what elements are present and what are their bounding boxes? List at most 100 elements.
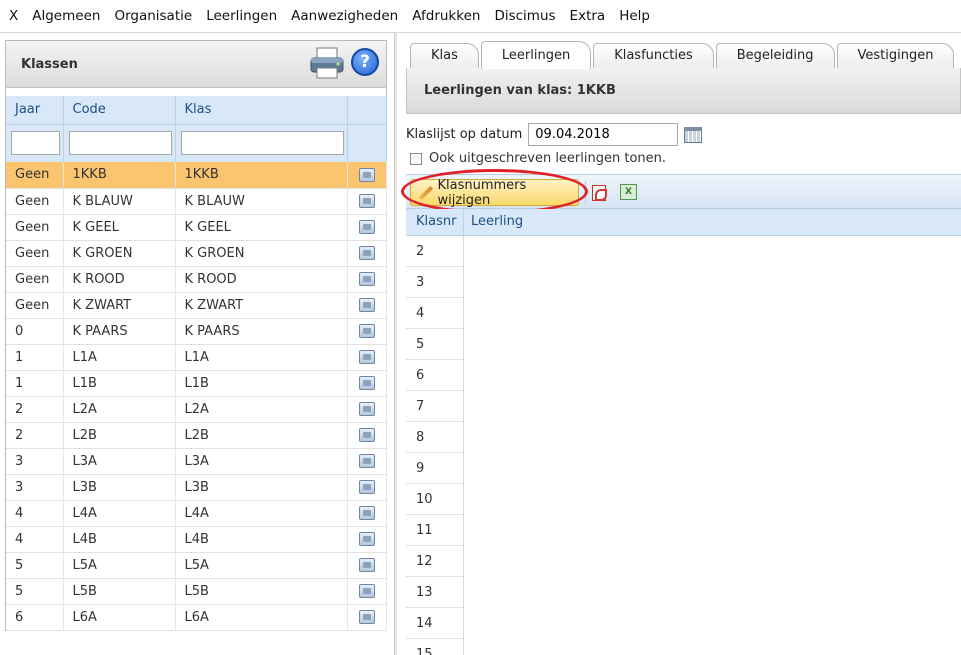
klasnr-cell[interactable]: 10	[406, 484, 463, 515]
open-klas-icon[interactable]	[358, 194, 375, 208]
table-row[interactable]: Geen K GEEL K GEEL	[6, 214, 387, 241]
tab-klas[interactable]: Klas	[410, 43, 479, 69]
datum-row: Klaslijst op datum	[406, 123, 703, 146]
menu-item-afdrukken[interactable]: Afdrukken	[407, 8, 489, 24]
open-klas-icon[interactable]	[358, 220, 375, 234]
date-input[interactable]	[528, 123, 679, 146]
open-klas-icon[interactable]	[358, 167, 375, 182]
leerlingen-header: Leerlingen van klas: 1KKB	[406, 68, 961, 114]
cell-code: L4A	[63, 500, 176, 527]
filter-code-input[interactable]	[68, 131, 172, 156]
cell-code: L2B	[63, 422, 176, 449]
open-klas-icon[interactable]	[358, 584, 375, 598]
uitgeschreven-checkbox[interactable]	[410, 152, 422, 165]
open-klas-icon[interactable]	[358, 558, 375, 572]
table-row[interactable]: Geen K ROOD K ROOD	[6, 266, 387, 293]
help-icon[interactable]: ?	[351, 48, 379, 76]
button-label: Klasnummers wijzigen	[437, 177, 527, 208]
klasnr-cell[interactable]: 12	[406, 546, 463, 577]
cell-klas: L1B	[175, 370, 348, 397]
klasnr-cell[interactable]: 9	[406, 453, 463, 484]
table-row[interactable]: 3 L3B L3B	[6, 474, 387, 501]
panel-splitter[interactable]	[394, 33, 397, 655]
cell-klas: L4A	[175, 500, 348, 527]
open-klas-icon[interactable]	[358, 428, 375, 442]
klasnr-cell[interactable]: 5	[406, 329, 463, 360]
menu-item-help[interactable]: Help	[614, 8, 659, 24]
table-row[interactable]: 2 L2B L2B	[6, 422, 387, 449]
table-row[interactable]: 2 L2A L2A	[6, 396, 387, 423]
klasnr-cell[interactable]: 4	[406, 298, 463, 329]
cell-code: L3A	[63, 448, 176, 475]
tab-vestigingen[interactable]: Vestigingen	[836, 43, 955, 69]
open-klas-icon[interactable]	[358, 350, 375, 364]
klasnr-cell[interactable]: 3	[406, 267, 463, 298]
open-klas-icon[interactable]	[358, 610, 375, 624]
table-row[interactable]: 3 L3A L3A	[6, 448, 387, 475]
klasnummers-wijzigen-button[interactable]: Klasnummers wijzigen	[410, 177, 579, 208]
column-header-jaar[interactable]: Jaar	[6, 96, 64, 125]
filter-klas-input[interactable]	[180, 131, 344, 156]
printer-icon[interactable]	[308, 46, 346, 80]
cell-jaar: 0	[6, 318, 64, 345]
column-header-klasnr[interactable]: Klasnr	[406, 209, 464, 235]
menu-item-leerlingen[interactable]: Leerlingen	[201, 8, 286, 24]
table-row[interactable]: Geen K BLAUW K BLAUW	[6, 188, 387, 215]
menu-item-x[interactable]: X	[4, 8, 27, 24]
open-klas-icon[interactable]	[358, 246, 375, 260]
klasnr-cell[interactable]: 13	[406, 577, 463, 608]
table-row[interactable]: 1 L1B L1B	[6, 370, 387, 397]
klasnr-cell[interactable]: 8	[406, 422, 463, 453]
klasnr-cell[interactable]: 15	[406, 639, 463, 655]
cell-klas: K ROOD	[175, 266, 348, 293]
pdf-export-icon[interactable]	[592, 185, 607, 201]
cell-jaar: Geen	[6, 162, 64, 189]
tab-leerlingen[interactable]: Leerlingen	[480, 41, 592, 69]
open-klas-icon[interactable]	[358, 402, 375, 416]
klasnr-cell[interactable]: 6	[406, 360, 463, 391]
klasnr-cell[interactable]: 14	[406, 608, 463, 639]
cell-code: L4B	[63, 526, 176, 553]
calendar-icon[interactable]	[684, 126, 703, 143]
table-row[interactable]: 4 L4B L4B	[6, 526, 387, 553]
table-row[interactable]: Geen K ZWART K ZWART	[6, 292, 387, 319]
tab-begeleiding[interactable]: Begeleiding	[715, 43, 835, 69]
klasnr-cell[interactable]: 11	[406, 515, 463, 546]
klasnr-column: 2 3 4 5 6 7 8 9 10 11 12 13 14 15	[406, 236, 464, 655]
cell-klas: L5A	[175, 552, 348, 579]
open-klas-icon[interactable]	[358, 480, 375, 494]
cell-jaar: Geen	[6, 214, 64, 241]
table-row[interactable]: 5 L5A L5A	[6, 552, 387, 579]
menu-item-organisatie[interactable]: Organisatie	[109, 8, 201, 24]
open-klas-icon[interactable]	[358, 324, 375, 338]
open-klas-icon[interactable]	[358, 454, 375, 468]
table-row[interactable]: Geen 1KKB 1KKB	[6, 162, 387, 189]
table-row[interactable]: 6 L6A L6A	[6, 604, 387, 631]
table-row[interactable]: 5 L5B L5B	[6, 578, 387, 605]
table-row[interactable]: Geen K GROEN K GROEN	[6, 240, 387, 267]
klasnr-cell[interactable]: 2	[406, 236, 463, 267]
column-header-klas[interactable]: Klas	[175, 96, 348, 125]
menu-item-algemeen[interactable]: Algemeen	[27, 8, 109, 24]
column-header-leerling[interactable]: Leerling	[464, 209, 523, 235]
menu-item-extra[interactable]: Extra	[565, 8, 615, 24]
open-klas-icon[interactable]	[358, 532, 375, 546]
open-klas-icon[interactable]	[358, 298, 375, 312]
menu-item-discimus[interactable]: Discimus	[489, 8, 564, 24]
section-title: Leerlingen van klas: 1KKB	[424, 83, 616, 98]
filter-jaar-input[interactable]	[11, 131, 60, 156]
klasnr-cell[interactable]: 7	[406, 391, 463, 422]
cell-klas: K ZWART	[175, 292, 348, 319]
column-header-code[interactable]: Code	[63, 96, 176, 125]
uitgeschreven-checkbox-row[interactable]: Ook uitgeschreven leerlingen tonen.	[410, 151, 666, 166]
excel-export-icon[interactable]: X	[620, 184, 637, 200]
open-klas-icon[interactable]	[358, 272, 375, 286]
open-klas-icon[interactable]	[358, 376, 375, 390]
table-row[interactable]: 4 L4A L4A	[6, 500, 387, 527]
cell-code: 1KKB	[63, 162, 176, 189]
table-row[interactable]: 0K PAARS K PAARS	[6, 318, 387, 345]
menu-item-aanwezigheden[interactable]: Aanwezigheden	[286, 8, 407, 24]
table-row[interactable]: 1 L1A L1A	[6, 344, 387, 371]
tab-klasfuncties[interactable]: Klasfuncties	[593, 43, 714, 69]
open-klas-icon[interactable]	[358, 506, 375, 520]
